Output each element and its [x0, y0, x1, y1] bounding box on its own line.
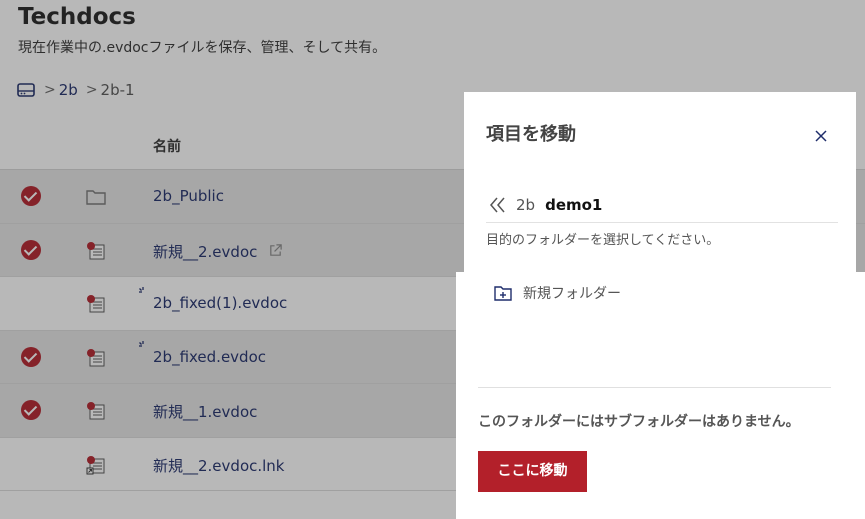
- close-icon[interactable]: [814, 129, 828, 143]
- double-chevron-left-icon[interactable]: [488, 196, 508, 214]
- divider: [486, 222, 838, 223]
- divider: [478, 387, 831, 388]
- dialog-path-parent[interactable]: 2b: [516, 196, 535, 214]
- empty-folder-message: このフォルダーにはサブフォルダーはありません。: [478, 414, 800, 430]
- dialog-path-current: demo1: [545, 196, 603, 214]
- dialog-path: 2b demo1: [488, 196, 602, 214]
- dialog-hint: 目的のフォルダーを選択してください。: [486, 233, 720, 248]
- new-folder-label[interactable]: 新規フォルダー: [523, 283, 621, 303]
- dialog-title: 項目を移動: [486, 124, 576, 145]
- move-item-dialog: 項目を移動 2b demo1 目的のフォルダーを選択してください。: [464, 92, 856, 282]
- move-item-dialog-body: 新規フォルダー このフォルダーにはサブフォルダーはありません。 ここに移動: [456, 272, 865, 519]
- new-folder-button[interactable]: 新規フォルダー: [493, 283, 621, 303]
- move-here-button[interactable]: ここに移動: [478, 451, 587, 492]
- new-folder-icon: [494, 286, 512, 301]
